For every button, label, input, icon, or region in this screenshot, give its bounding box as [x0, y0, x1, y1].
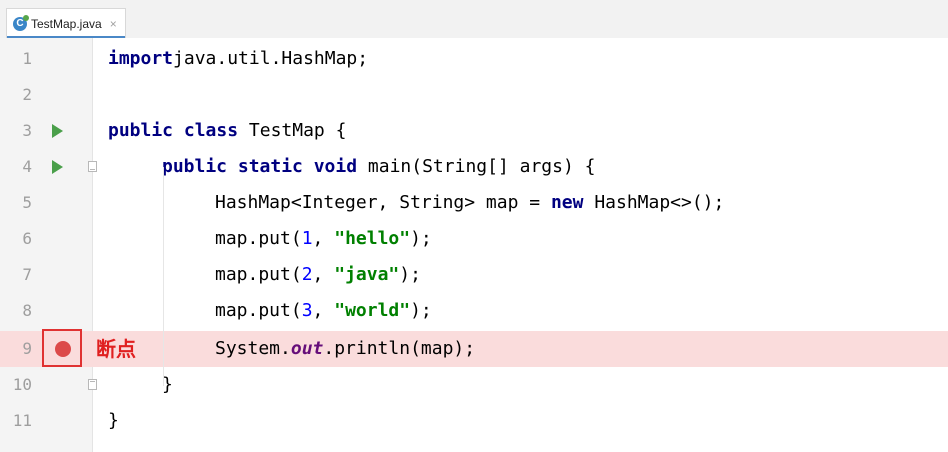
fold-close-icon[interactable]	[88, 379, 97, 390]
code-token-kw: public class	[108, 120, 249, 141]
code-token: );	[410, 300, 432, 321]
code-text: map.put(1, "hello");	[215, 221, 432, 257]
breakpoint-line: 9 断点 System.out.println(map);	[0, 329, 948, 367]
code-token: ,	[312, 264, 335, 285]
code-token-str: "java"	[334, 264, 400, 285]
code-token-num: 1	[301, 228, 313, 249]
line-number: 3	[22, 121, 32, 140]
code-token: main(String[] args) {	[367, 156, 596, 177]
breakpoint-annotation: 断点	[96, 337, 136, 361]
fold-open-icon[interactable]	[88, 161, 97, 172]
code-token: map.put(	[215, 300, 302, 321]
code-token-str: "hello"	[334, 228, 411, 249]
line-number: 2	[22, 85, 32, 104]
line-number: 1	[22, 49, 32, 68]
code-line: 2	[0, 77, 948, 113]
code-line: 3 public class TestMap {	[0, 113, 948, 149]
code-token: );	[399, 264, 421, 285]
code-token-num: 2	[301, 264, 313, 285]
close-tab-icon[interactable]: ×	[110, 17, 117, 31]
code-token: map.put(	[215, 264, 302, 285]
code-token: ,	[312, 228, 335, 249]
breakpoint-icon[interactable]	[55, 341, 71, 357]
line-number: 11	[12, 411, 32, 430]
code-token-kw: public static void	[162, 156, 368, 177]
run-main-icon[interactable]	[52, 160, 63, 174]
code-line: 8 map.put(3, "world");	[0, 293, 948, 329]
code-text: map.put(3, "world");	[215, 293, 432, 329]
line-number: 4	[22, 157, 32, 176]
code-token: .println(map);	[323, 338, 476, 359]
code-token: ,	[312, 300, 335, 321]
code-token-fld: out	[290, 338, 324, 359]
code-token-kw: import	[108, 48, 174, 69]
code-token: }	[108, 410, 119, 431]
line-number: 10	[12, 375, 32, 394]
editor-tab-bar: C TestMap.java ×	[0, 0, 948, 39]
code-token: );	[410, 228, 432, 249]
code-token: map.put(	[215, 228, 302, 249]
code-text: map.put(2, "java");	[215, 257, 421, 293]
indent-guide	[163, 167, 164, 386]
code-line: 11 }	[0, 403, 948, 439]
code-text: }	[108, 403, 119, 439]
code-line: 7 map.put(2, "java");	[0, 257, 948, 293]
code-editor[interactable]: 1 importjava.util.HashMap; 2 3 public cl…	[0, 38, 948, 452]
code-token-str: "world"	[334, 300, 411, 321]
code-line: 1 importjava.util.HashMap;	[0, 41, 948, 77]
code-text: public static void main(String[] args) {	[162, 149, 595, 185]
line-number: 7	[22, 265, 32, 284]
code-line: 4 public static void main(String[] args)…	[0, 149, 948, 185]
line-number: 8	[22, 301, 32, 320]
breakpoint-toggle[interactable]	[42, 329, 82, 367]
code-text: importjava.util.HashMap;	[108, 41, 368, 77]
code-line: 5 HashMap<Integer, String> map = new Has…	[0, 185, 948, 221]
line-number: 6	[22, 229, 32, 248]
run-class-icon[interactable]	[52, 124, 63, 138]
code-text: public class TestMap {	[108, 113, 346, 149]
code-line: 6 map.put(1, "hello");	[0, 221, 948, 257]
code-token-kw: new	[550, 192, 595, 213]
tab-testmap-java[interactable]: C TestMap.java ×	[6, 8, 126, 39]
code-token: System.	[215, 338, 291, 359]
code-line: 10 }	[0, 367, 948, 403]
code-text: HashMap<Integer, String> map = new HashM…	[215, 185, 724, 221]
code-token: HashMap<Integer, String> map =	[215, 192, 551, 213]
code-token-num: 3	[301, 300, 313, 321]
line-number: 5	[22, 193, 32, 212]
java-class-icon: C	[13, 14, 29, 31]
line-number: 9	[22, 339, 32, 358]
code-text: System.out.println(map);	[215, 331, 475, 367]
code-token: java.util.HashMap;	[173, 48, 369, 69]
code-token: TestMap {	[248, 120, 347, 141]
tab-label: TestMap.java	[31, 16, 102, 31]
code-token: HashMap<>();	[594, 192, 725, 213]
